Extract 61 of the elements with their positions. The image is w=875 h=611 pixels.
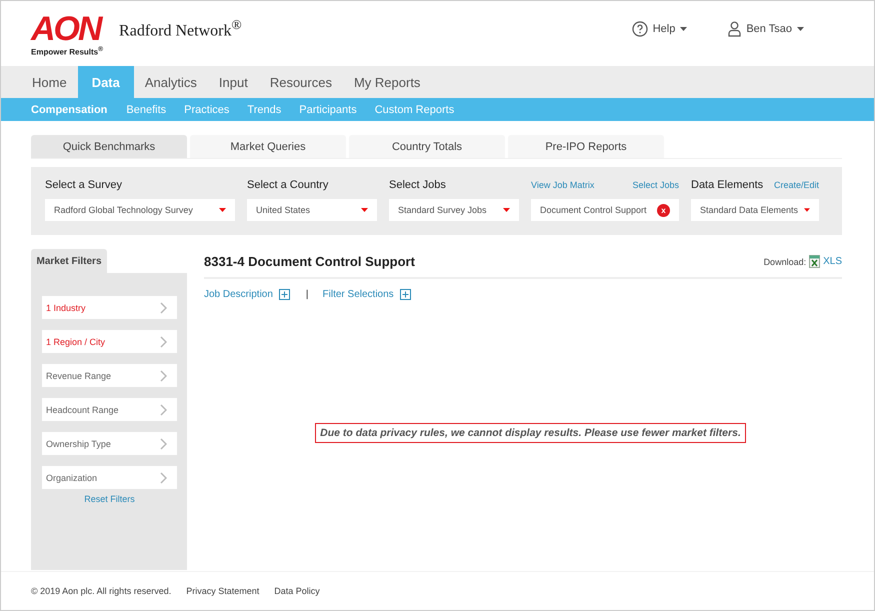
- survey-dropdown[interactable]: Radford Global Technology Survey: [45, 199, 235, 221]
- nav-tab[interactable]: Resources: [258, 66, 343, 98]
- help-menu[interactable]: Help: [632, 20, 688, 36]
- country-dropdown[interactable]: United States: [247, 199, 377, 221]
- select-jobs-link[interactable]: Select Jobs: [632, 180, 679, 190]
- nav-tab[interactable]: Home: [21, 66, 78, 98]
- chevron-icon: [160, 438, 167, 450]
- chevron-icon: [160, 370, 167, 382]
- product-name: Radford Network$^{®}$: [119, 16, 242, 40]
- chevron-icon: [160, 404, 167, 416]
- data-elements-dropdown[interactable]: Standard Data Elements: [691, 199, 819, 221]
- filter-item[interactable]: 1 Region / City: [42, 330, 177, 353]
- help-icon: [632, 20, 648, 36]
- chevron-icon: [160, 336, 167, 348]
- field-label: Select a Country: [247, 179, 328, 191]
- jobs-dropdown[interactable]: Standard Survey Jobs: [389, 199, 519, 221]
- job-title: 8331-4 Document Control Support: [204, 254, 415, 269]
- caret-icon: [219, 208, 226, 212]
- selected-job: Document Control Support: [540, 205, 647, 215]
- caret-icon: [361, 208, 368, 212]
- nav-tab[interactable]: My Reports: [342, 66, 432, 98]
- job-description-link[interactable]: Job Description: [204, 289, 273, 300]
- privacy-message: Due to data privacy rules, we cannot display results. Please use fewer market filters.: [315, 423, 746, 443]
- query-tab[interactable]: Country Totals: [349, 135, 505, 158]
- logo-tagline: Empower Results$^{®}$: [31, 46, 104, 57]
- copyright: © 2019 Aon plc. All rights reserved.: [31, 586, 172, 596]
- reset-filters-link[interactable]: Reset Filters: [42, 494, 177, 504]
- query-tab[interactable]: Quick Benchmarks: [31, 135, 187, 158]
- caret-icon: [804, 208, 810, 212]
- query-tab[interactable]: Market Queries: [190, 135, 346, 158]
- remove-button[interactable]: x: [657, 204, 670, 216]
- spreadsheet-icon: [809, 255, 820, 268]
- caret-icon: [797, 26, 804, 30]
- filter-item[interactable]: Organization: [42, 466, 177, 489]
- field-label: Select a Survey: [45, 179, 122, 191]
- filter-item[interactable]: Revenue Range: [42, 364, 177, 387]
- filter-item[interactable]: 1 Industry: [42, 296, 177, 319]
- filter-selections-link[interactable]: Filter Selections: [322, 289, 394, 300]
- separator: |: [306, 289, 309, 300]
- user-menu[interactable]: Ben Tsao: [728, 20, 804, 36]
- caret-icon: [503, 208, 510, 212]
- query-tab[interactable]: Pre-IPO Reports: [508, 135, 664, 158]
- nav-tab[interactable]: Input: [208, 66, 259, 98]
- download-label: Download:: [764, 256, 806, 266]
- footer-link[interactable]: Privacy Statement: [186, 586, 260, 596]
- filter-item[interactable]: Ownership Type: [42, 432, 177, 455]
- field-label: Select Jobs: [389, 179, 446, 191]
- field-label: Data Elements: [691, 179, 764, 191]
- expand-icon[interactable]: [400, 289, 411, 300]
- expand-icon[interactable]: [278, 289, 290, 300]
- logo: AON: [31, 14, 102, 44]
- footer-link[interactable]: Data Policy: [274, 586, 320, 596]
- create-edit-link[interactable]: Create/Edit: [774, 180, 819, 190]
- caret-icon: [680, 26, 688, 30]
- nav-tab[interactable]: Analytics: [134, 66, 208, 98]
- filter-item[interactable]: Headcount Range: [42, 398, 177, 421]
- chevron-icon: [160, 472, 167, 484]
- chevron-icon: [160, 302, 167, 314]
- user-icon: [728, 20, 742, 36]
- xls-link[interactable]: XLS: [823, 256, 842, 267]
- view-job-matrix-link[interactable]: View Job Matrix: [531, 180, 594, 190]
